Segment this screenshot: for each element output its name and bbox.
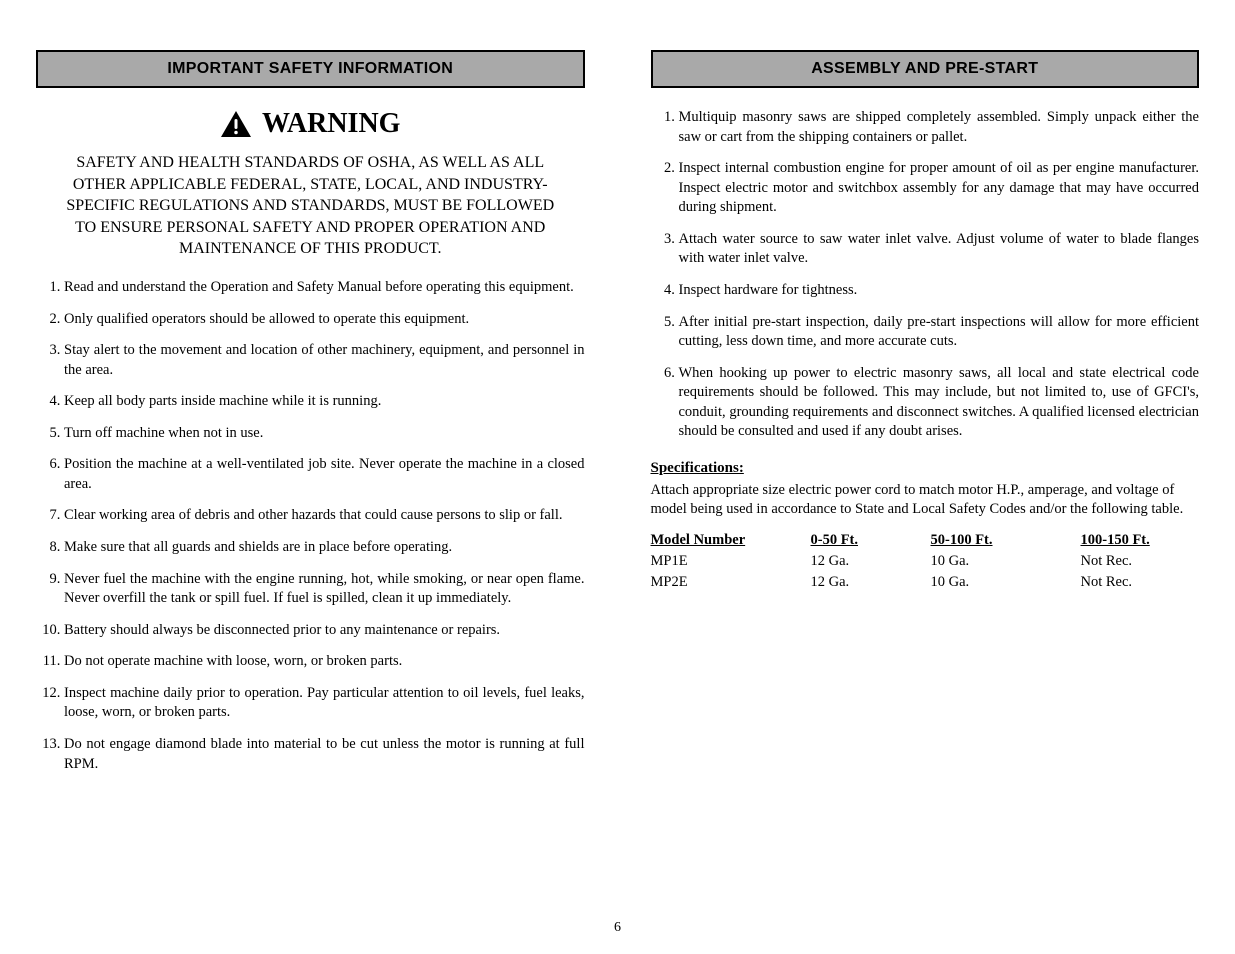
assembly-list: Multiquip masonry saws are shipped compl… <box>651 108 1200 442</box>
list-item: Attach water source to saw water inlet v… <box>679 230 1200 269</box>
list-item: Battery should always be disconnected pr… <box>64 621 585 641</box>
left-column: IMPORTANT SAFETY INFORMATION WARNING SAF… <box>36 50 585 786</box>
warning-box: WARNING SAFETY AND HEALTH STANDARDS OF O… <box>63 108 557 260</box>
table-cell: 12 Ga. <box>811 572 931 593</box>
list-item: Keep all body parts inside machine while… <box>64 392 585 412</box>
list-item: Inspect internal combustion engine for p… <box>679 159 1200 218</box>
table-header: 0-50 Ft. <box>811 530 931 551</box>
warning-label: WARNING <box>262 108 400 140</box>
list-item: Do not operate machine with loose, worn,… <box>64 652 585 672</box>
list-item: Clear working area of debris and other h… <box>64 506 585 526</box>
page-number: 6 <box>0 920 1235 936</box>
list-item: Position the machine at a well-ventilate… <box>64 455 585 494</box>
list-item: Multiquip masonry saws are shipped compl… <box>679 108 1200 147</box>
table-cell: 12 Ga. <box>811 551 931 572</box>
assembly-section-header: ASSEMBLY AND PRE-START <box>651 50 1200 88</box>
table-header: 50-100 Ft. <box>931 530 1081 551</box>
specifications-body: Attach appropriate size electric power c… <box>651 481 1200 520</box>
table-cell: MP2E <box>651 572 811 593</box>
warning-triangle-icon <box>220 109 252 139</box>
table-cell: 10 Ga. <box>931 572 1081 593</box>
table-header: 100-150 Ft. <box>1081 530 1191 551</box>
table-header: Model Number <box>651 530 811 551</box>
safety-list: Read and understand the Operation and Sa… <box>36 278 585 774</box>
list-item: Do not engage diamond blade into materia… <box>64 735 585 774</box>
right-column: ASSEMBLY AND PRE-START Multiquip masonry… <box>651 50 1200 786</box>
list-item: Stay alert to the movement and location … <box>64 341 585 380</box>
list-item: Inspect hardware for tightness. <box>679 281 1200 301</box>
list-item: Never fuel the machine with the engine r… <box>64 570 585 609</box>
table-cell: MP1E <box>651 551 811 572</box>
list-item: Inspect machine daily prior to operation… <box>64 684 585 723</box>
cord-gauge-table: Model Number 0-50 Ft. 50-100 Ft. 100-150… <box>651 530 1200 593</box>
document-page: IMPORTANT SAFETY INFORMATION WARNING SAF… <box>0 0 1235 954</box>
table-cell: 10 Ga. <box>931 551 1081 572</box>
specifications-heading: Specifications: <box>651 460 1200 477</box>
list-item: Turn off machine when not in use. <box>64 424 585 444</box>
list-item: Make sure that all guards and shields ar… <box>64 538 585 558</box>
list-item: Only qualified operators should be allow… <box>64 310 585 330</box>
table-cell: Not Rec. <box>1081 551 1191 572</box>
list-item: Read and understand the Operation and Sa… <box>64 278 585 298</box>
table-cell: Not Rec. <box>1081 572 1191 593</box>
list-item: After initial pre-start inspection, dail… <box>679 313 1200 352</box>
list-item: When hooking up power to electric masonr… <box>679 364 1200 442</box>
safety-section-header: IMPORTANT SAFETY INFORMATION <box>36 50 585 88</box>
warning-body-text: SAFETY AND HEALTH STANDARDS OF OSHA, AS … <box>63 152 557 260</box>
two-column-layout: IMPORTANT SAFETY INFORMATION WARNING SAF… <box>36 50 1199 786</box>
warning-heading: WARNING <box>63 108 557 140</box>
